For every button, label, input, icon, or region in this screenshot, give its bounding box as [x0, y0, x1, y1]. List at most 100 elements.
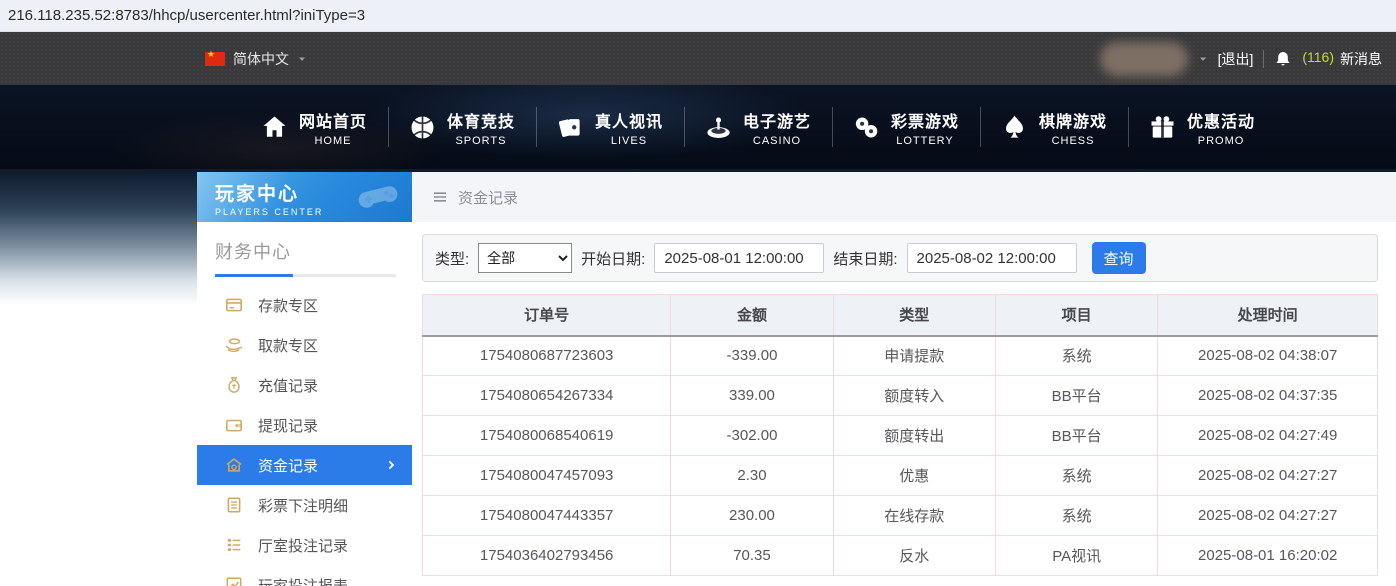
nav-item[interactable]: 彩票游戏 LOTTERY: [832, 101, 980, 153]
cell-order: 1754080654267334: [423, 376, 671, 416]
nav-label-en: SPORTS: [455, 135, 506, 147]
sidebar-item[interactable]: 厅室投注记录: [197, 525, 412, 565]
sidebar-section-title: 财务中心: [215, 238, 396, 264]
cell-time: 2025-08-01 16:20:02: [1158, 536, 1378, 576]
cell-order: 1754080047457093: [423, 456, 671, 496]
message-count: (116): [1302, 49, 1334, 69]
language-selector[interactable]: ★ 简体中文: [205, 49, 307, 69]
sidebar-item[interactable]: 玩家投注报表: [197, 565, 412, 586]
cell-type: 额度转入: [833, 376, 995, 416]
divider: [1263, 50, 1264, 68]
search-button[interactable]: 查询: [1092, 242, 1146, 274]
account-bar: ★ 简体中文 [退出] (116) 新消息: [0, 32, 1396, 85]
spade-icon: [1001, 114, 1028, 141]
nav-label-zh: 彩票游戏: [891, 108, 959, 132]
nav-label-en: HOME: [314, 135, 351, 147]
messages-link[interactable]: (116) 新消息: [1302, 49, 1382, 69]
message-label: 新消息: [1340, 49, 1382, 69]
roulette-icon: [705, 114, 732, 141]
breadcrumb-bar: 资金记录: [412, 172, 1396, 222]
cell-project: PA视讯: [995, 536, 1157, 576]
gift-icon: [1149, 114, 1176, 141]
cell-order: 1754080068540619: [423, 416, 671, 456]
nav-item[interactable]: 优惠活动 PROMO: [1128, 101, 1276, 153]
cell-project: 系统: [995, 336, 1157, 376]
sidebar-item[interactable]: 彩票下注明细: [197, 485, 412, 525]
cell-amount: 339.00: [671, 376, 833, 416]
table-row: 1754080068540619 -302.00 额度转出 BB平台 2025-…: [423, 416, 1378, 456]
start-date-input[interactable]: [654, 243, 824, 273]
nav-item[interactable]: 棋牌游戏 CHESS: [980, 101, 1128, 153]
table-header-row: 订单号金额类型项目处理时间: [423, 295, 1378, 336]
sidebar-header: 玩家中心 PLAYERS CENTER: [197, 172, 412, 222]
document-icon: [225, 496, 243, 514]
section-underline: [215, 274, 396, 277]
table-header-cell: 金额: [671, 295, 833, 336]
table-row: 1754080687723603 -339.00 申请提款 系统 2025-08…: [423, 336, 1378, 376]
end-date-label: 结束日期:: [833, 248, 897, 269]
money-bag-icon: [225, 376, 243, 394]
end-date-input[interactable]: [907, 243, 1077, 273]
browser-address-bar[interactable]: 216.118.235.52:8783/hhcp/usercenter.html…: [0, 0, 1396, 32]
table-row: 1754080047457093 2.30 优惠 系统 2025-08-02 0…: [423, 456, 1378, 496]
nav-label-en: PROMO: [1198, 135, 1245, 147]
main-nav: 网站首页 HOME 体育竞技 SPORTS 真人视讯 LIVES: [0, 85, 1396, 170]
nav-item[interactable]: 电子游艺 CASINO: [684, 101, 832, 153]
table-row: 1754080047443357 230.00 在线存款 系统 2025-08-…: [423, 496, 1378, 536]
sidebar-item-label: 资金记录: [258, 455, 318, 476]
table-header-cell: 处理时间: [1158, 295, 1378, 336]
cards-icon: [557, 114, 584, 141]
sidebar-section: 财务中心: [197, 222, 412, 277]
caret-down-icon: [297, 54, 307, 64]
cell-amount: 230.00: [671, 496, 833, 536]
sidebar-item[interactable]: 提现记录: [197, 405, 412, 445]
table-row: 1754036402793456 70.35 反水 PA视讯 2025-08-0…: [423, 536, 1378, 576]
username-blurred[interactable]: [1100, 42, 1188, 76]
sidebar-item[interactable]: 取款专区: [197, 325, 412, 365]
cell-project: 系统: [995, 496, 1157, 536]
sidebar-item[interactable]: 资金记录: [197, 445, 412, 485]
home-icon: [261, 114, 288, 141]
sidebar-item[interactable]: 存款专区: [197, 285, 412, 325]
nav-item[interactable]: 真人视讯 LIVES: [536, 101, 684, 153]
nav-item[interactable]: 网站首页 HOME: [240, 101, 388, 153]
cell-amount: -339.00: [671, 336, 833, 376]
bell-icon[interactable]: [1274, 50, 1292, 68]
table-header-cell: 订单号: [423, 295, 671, 336]
sidebar-item-label: 提现记录: [258, 415, 318, 436]
table-header-cell: 项目: [995, 295, 1157, 336]
flag-star: ★: [207, 49, 215, 60]
sidebar-item[interactable]: 充值记录: [197, 365, 412, 405]
nav-label-en: CASINO: [753, 135, 801, 147]
main-content: 资金记录 类型: 全部 开始日期: 结束日期: 查询 订单号金额类型项目处理时: [412, 172, 1396, 586]
list-icon: [225, 536, 243, 554]
sidebar-item-label: 取款专区: [258, 335, 318, 356]
sidebar-item-label: 存款专区: [258, 295, 318, 316]
cell-type: 额度转出: [833, 416, 995, 456]
sidebar-item-label: 彩票下注明细: [258, 495, 348, 516]
fund-records-table: 订单号金额类型项目处理时间 1754080687723603 -339.00 申…: [422, 294, 1378, 576]
caret-down-icon[interactable]: [1198, 54, 1208, 64]
report-chart-icon: [225, 576, 243, 586]
china-flag-icon: ★: [205, 52, 225, 66]
nav-label-zh: 电子游艺: [743, 108, 811, 132]
nav-label-zh: 真人视讯: [595, 108, 663, 132]
nav-label-zh: 优惠活动: [1187, 108, 1255, 132]
hamburger-icon[interactable]: [432, 189, 448, 205]
url-text: 216.118.235.52:8783/hhcp/usercenter.html…: [8, 7, 365, 24]
page: 216.118.235.52:8783/hhcp/usercenter.html…: [0, 0, 1396, 586]
logout-link[interactable]: [退出]: [1218, 49, 1254, 69]
nav-label-en: LOTTERY: [896, 135, 954, 147]
nav-label-en: CHESS: [1052, 135, 1095, 147]
nav-item[interactable]: 体育竞技 SPORTS: [388, 101, 536, 153]
cell-type: 申请提款: [833, 336, 995, 376]
start-date-label: 开始日期:: [581, 248, 645, 269]
cell-project: BB平台: [995, 376, 1157, 416]
fund-record-icon: [225, 456, 243, 474]
sidebar: 玩家中心 PLAYERS CENTER 财务中心 存款专区 取款专区: [197, 172, 412, 586]
sidebar-item-label: 玩家投注报表: [258, 575, 348, 586]
deposit-card-icon: [225, 296, 243, 314]
cell-time: 2025-08-02 04:27:27: [1158, 496, 1378, 536]
sidebar-item-label: 充值记录: [258, 375, 318, 396]
type-select[interactable]: 全部: [478, 243, 572, 273]
